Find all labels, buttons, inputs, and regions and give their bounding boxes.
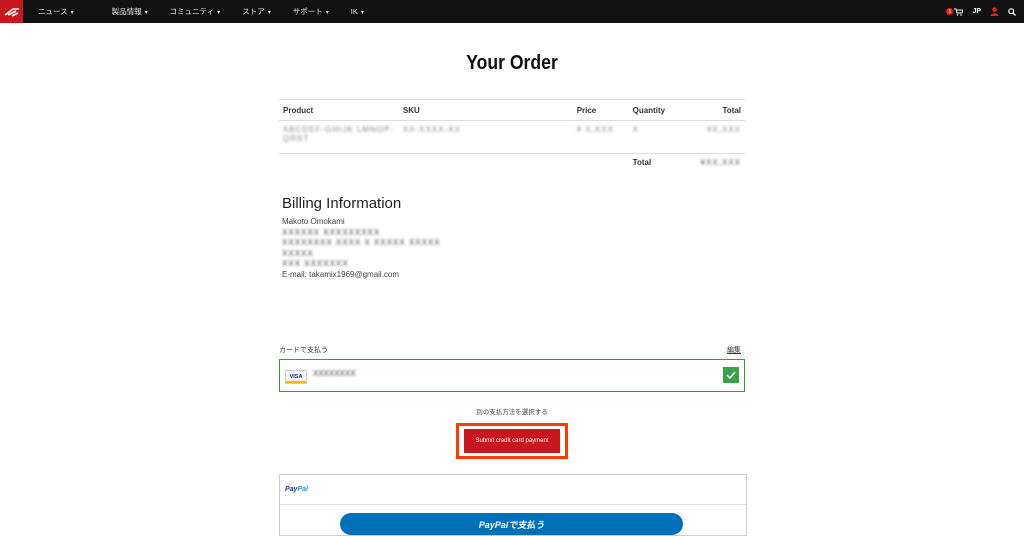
- product-price: ¥ X,XXX: [576, 125, 614, 134]
- search-icon[interactable]: [1008, 7, 1016, 16]
- caret-down-icon: ▾: [144, 10, 148, 16]
- pay-by-card-label: カードで支払う: [279, 347, 328, 354]
- billing-section: Billing Information Makoto Omokami XXXXX…: [282, 195, 441, 280]
- edit-link[interactable]: 編集: [727, 345, 741, 355]
- cart-count-badge: 1: [946, 8, 954, 15]
- billing-title: Billing Information: [282, 195, 402, 212]
- top-navbar: ニュース ▾ 製品情報 ▾ コミュニティ ▾ ストア ▾ サポート ▾ IK ▾ 1 JP: [0, 0, 1024, 23]
- col-sku: SKU: [398, 99, 573, 121]
- choose-other-payment-link[interactable]: 別の支払方法を選択する: [0, 406, 1024, 416]
- table-header-row: Product SKU Price Quantity Total: [279, 99, 745, 121]
- language-selector[interactable]: JP: [972, 8, 981, 15]
- billing-phone: XXX XXXXXXX: [282, 259, 349, 268]
- nav-item-support[interactable]: サポート ▾: [293, 6, 329, 17]
- product-quantity: X: [632, 125, 639, 134]
- table-row: ABCDEF-GHIJK LMNOP-QRST XX-XXXX-XX ¥ X,X…: [279, 120, 745, 154]
- nav-item-products[interactable]: 製品情報 ▾: [112, 6, 148, 17]
- caret-down-icon: ▾: [70, 10, 74, 16]
- selected-checkmark: [723, 367, 739, 383]
- total-value: ¥XX,XXX: [700, 158, 741, 167]
- visa-card-icon: VISA: [285, 370, 307, 384]
- nav-item-ik[interactable]: IK ▾: [351, 7, 364, 16]
- col-price: Price: [572, 99, 629, 121]
- nav-right-icons: 1 JP: [946, 0, 1016, 23]
- col-product: Product: [279, 99, 399, 121]
- product-total: ¥X,XXX: [706, 125, 741, 134]
- billing-email: E-mail: takamix1969@gmail.com: [282, 269, 400, 279]
- billing-name: Makoto Omokami: [282, 217, 345, 226]
- ik-logo-icon: [4, 7, 19, 17]
- choose-other-payment-text: 別の支払方法を選択する: [476, 409, 548, 416]
- billing-address-line: XXXXXX XXXXXXXXX: [282, 227, 381, 237]
- submit-credit-card-button[interactable]: Submit credit card payment: [464, 429, 560, 453]
- paypal-section: PayPal PayPalで支払う: [279, 474, 747, 536]
- page-title: Your Order: [466, 52, 558, 74]
- paypal-pay-button[interactable]: PayPalで支払う: [340, 513, 683, 535]
- main-nav: ニュース ▾ 製品情報 ▾ コミュニティ ▾ ストア ▾ サポート ▾ IK ▾: [38, 0, 386, 23]
- user-icon[interactable]: [990, 7, 999, 16]
- total-row: Total ¥XX,XXX: [279, 154, 745, 181]
- col-total: Total: [696, 99, 745, 121]
- product-sku: XX-XXXX-XX: [402, 125, 461, 134]
- check-icon: [726, 371, 736, 379]
- order-table: Product SKU Price Quantity Total ABCDEF-…: [279, 99, 745, 180]
- nav-item-community[interactable]: コミュニティ ▾: [170, 6, 221, 17]
- ik-logo[interactable]: [0, 0, 23, 23]
- paypal-logo-pal: Pal: [297, 486, 308, 493]
- billing-address-line: XXXXXXXX XXXX X XXXXX XXXXX: [282, 238, 441, 247]
- caret-down-icon: ▾: [267, 10, 271, 16]
- card-number: XXXXXXXX: [313, 369, 356, 378]
- caret-down-icon: ▾: [217, 10, 221, 16]
- cart-icon: [954, 8, 964, 16]
- product-name: ABCDEF-GHIJK LMNOP-QRST: [283, 125, 395, 143]
- col-quantity: Quantity: [628, 99, 697, 121]
- nav-item-news[interactable]: ニュース ▾: [38, 6, 74, 17]
- saved-card-option[interactable]: VISA XXXXXXXX: [279, 359, 745, 392]
- total-label: Total: [632, 158, 652, 167]
- nav-item-store[interactable]: ストア ▾: [242, 6, 271, 17]
- caret-down-icon: ▾: [360, 10, 364, 16]
- cart-button[interactable]: 1: [946, 8, 964, 16]
- divider: [280, 504, 746, 505]
- submit-highlight-frame: Submit credit card payment: [456, 423, 568, 459]
- billing-address-line: XXXXX: [282, 248, 314, 258]
- paypal-logo: PayPal: [285, 486, 308, 493]
- caret-down-icon: ▾: [325, 10, 329, 16]
- paypal-logo-pay: Pay: [285, 486, 298, 493]
